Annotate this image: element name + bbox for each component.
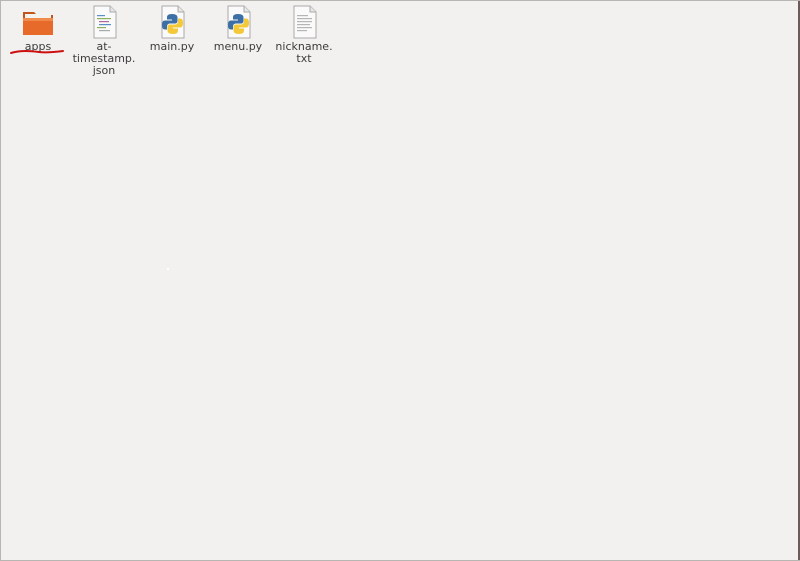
file-item-apps[interactable]: apps <box>5 5 71 53</box>
folder-icon <box>23 12 53 35</box>
file-label-menu-py: menu.py <box>213 40 263 53</box>
python-file-icon <box>161 5 185 39</box>
file-label-at-timestamp-json: at- timestamp. json <box>72 40 136 77</box>
text-file-icon <box>293 5 317 39</box>
file-label-apps: apps <box>24 40 52 53</box>
json-file-icon <box>93 5 117 39</box>
file-item-main-py[interactable]: main.py <box>139 5 205 53</box>
file-label-nickname-txt: nickname. txt <box>275 40 333 65</box>
file-item-at-timestamp-json[interactable]: at- timestamp. json <box>71 5 137 77</box>
file-label-main-py: main.py <box>149 40 195 53</box>
file-item-menu-py[interactable]: menu.py <box>205 5 271 53</box>
python-file-icon <box>227 5 251 39</box>
file-manager-view: apps at- timestamp. json main.py menu.py… <box>0 0 800 561</box>
file-item-nickname-txt[interactable]: nickname. txt <box>271 5 337 65</box>
mouse-cursor-dot <box>167 268 169 270</box>
